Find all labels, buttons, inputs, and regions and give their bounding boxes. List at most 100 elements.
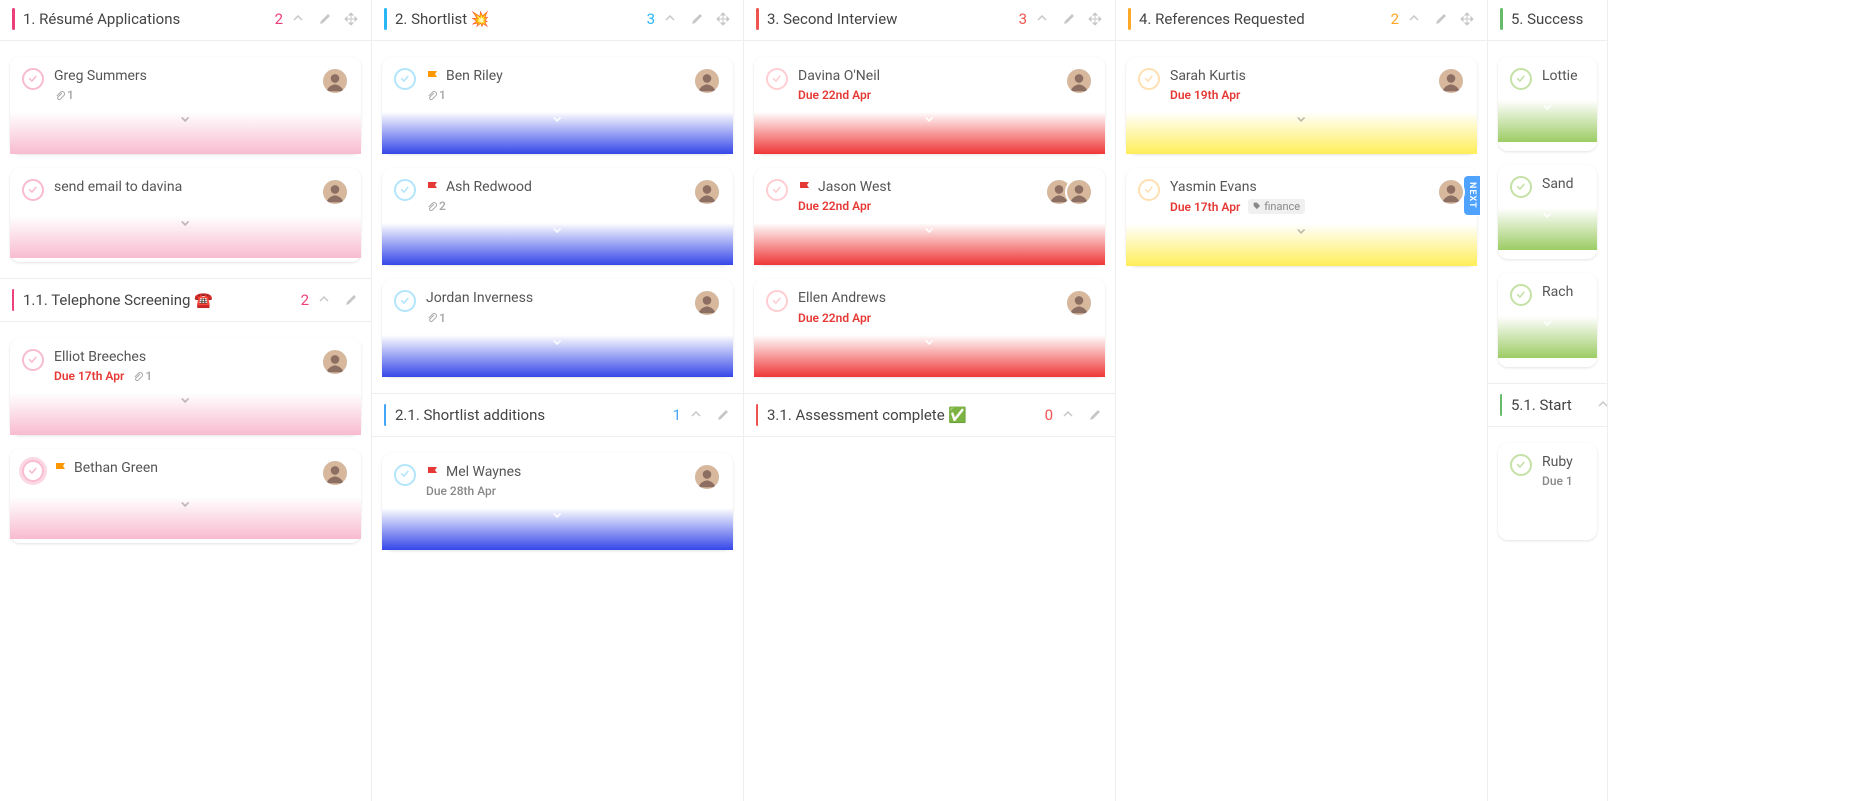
expand-icon[interactable] xyxy=(1296,114,1308,130)
expand-icon[interactable] xyxy=(180,218,192,234)
avatar[interactable] xyxy=(693,289,721,317)
card[interactable]: Greg Summers 1 xyxy=(10,57,361,154)
move-icon[interactable] xyxy=(1459,11,1475,27)
move-icon[interactable] xyxy=(343,11,359,27)
complete-toggle[interactable] xyxy=(394,179,416,201)
complete-toggle[interactable] xyxy=(394,290,416,312)
due-date: Due 28th Apr xyxy=(426,484,496,498)
avatar[interactable] xyxy=(321,459,349,487)
complete-toggle[interactable] xyxy=(766,290,788,312)
collapse-icon[interactable] xyxy=(1061,407,1077,423)
avatar[interactable] xyxy=(321,348,349,376)
assignees[interactable] xyxy=(1073,289,1093,317)
card-gradient xyxy=(754,112,1105,154)
card[interactable]: Sarah Kurtis Due 19th Apr xyxy=(1126,57,1477,154)
edit-icon[interactable] xyxy=(343,292,359,308)
complete-toggle[interactable] xyxy=(1510,176,1532,198)
card[interactable]: NEXT Yasmin Evans Due 17th Aprfinance xyxy=(1126,168,1477,266)
avatar[interactable] xyxy=(1065,67,1093,95)
complete-toggle[interactable] xyxy=(1510,454,1532,476)
assignees[interactable] xyxy=(701,67,721,95)
expand-icon[interactable] xyxy=(1296,226,1308,242)
expand-icon[interactable] xyxy=(552,114,564,130)
avatar[interactable] xyxy=(321,67,349,95)
assignees[interactable] xyxy=(701,463,721,491)
assignees[interactable] xyxy=(701,289,721,317)
edit-icon[interactable] xyxy=(1433,11,1449,27)
card[interactable]: Ash Redwood 2 xyxy=(382,168,733,265)
avatar[interactable] xyxy=(1437,67,1465,95)
assignees[interactable] xyxy=(701,178,721,206)
complete-toggle[interactable] xyxy=(22,179,44,201)
complete-toggle[interactable] xyxy=(394,68,416,90)
card-gradient xyxy=(382,112,733,154)
collapse-icon[interactable] xyxy=(1607,11,1608,27)
complete-toggle[interactable] xyxy=(1138,179,1160,201)
assignees[interactable] xyxy=(329,459,349,487)
complete-toggle[interactable] xyxy=(766,179,788,201)
edit-icon[interactable] xyxy=(715,407,731,423)
expand-icon[interactable] xyxy=(180,499,192,515)
complete-toggle[interactable] xyxy=(1138,68,1160,90)
expand-icon[interactable] xyxy=(1542,500,1554,516)
complete-toggle[interactable] xyxy=(22,349,44,371)
expand-icon[interactable] xyxy=(924,225,936,241)
move-icon[interactable] xyxy=(715,11,731,27)
collapse-icon[interactable] xyxy=(1407,11,1423,27)
card[interactable]: send email to davina xyxy=(10,168,361,262)
expand-icon[interactable] xyxy=(552,337,564,353)
card[interactable]: Sand xyxy=(1498,165,1597,259)
card[interactable]: Ruby Due 1 xyxy=(1498,443,1597,540)
assignees[interactable] xyxy=(1445,178,1465,206)
card[interactable]: Elliot Breeches Due 17th Apr1 xyxy=(10,338,361,435)
edit-icon[interactable] xyxy=(317,11,333,27)
collapse-icon[interactable] xyxy=(1596,397,1608,413)
edit-icon[interactable] xyxy=(689,11,705,27)
complete-toggle[interactable] xyxy=(1510,284,1532,306)
expand-icon[interactable] xyxy=(180,114,192,130)
card[interactable]: Jason West Due 22nd Apr xyxy=(754,168,1105,265)
edit-icon[interactable] xyxy=(1087,407,1103,423)
collapse-icon[interactable] xyxy=(689,407,705,423)
assignees[interactable] xyxy=(329,67,349,95)
collapse-icon[interactable] xyxy=(1035,11,1051,27)
complete-toggle[interactable] xyxy=(22,68,44,90)
card[interactable]: Ben Riley 1 xyxy=(382,57,733,154)
collapse-icon[interactable] xyxy=(663,11,679,27)
assignees[interactable] xyxy=(329,348,349,376)
expand-icon[interactable] xyxy=(924,337,936,353)
complete-toggle[interactable] xyxy=(766,68,788,90)
card[interactable]: Jordan Inverness 1 xyxy=(382,279,733,376)
avatar[interactable] xyxy=(1065,178,1093,206)
avatar[interactable] xyxy=(693,463,721,491)
avatar[interactable] xyxy=(693,178,721,206)
avatar[interactable] xyxy=(1437,178,1465,206)
card[interactable]: Rach xyxy=(1498,273,1597,367)
avatar[interactable] xyxy=(321,178,349,206)
card[interactable]: Davina O'Neil Due 22nd Apr xyxy=(754,57,1105,154)
assignees[interactable] xyxy=(1445,67,1465,95)
card[interactable]: Mel Waynes Due 28th Apr xyxy=(382,453,733,550)
complete-toggle[interactable] xyxy=(22,460,44,482)
expand-icon[interactable] xyxy=(180,395,192,411)
avatar[interactable] xyxy=(693,67,721,95)
card[interactable]: Bethan Green xyxy=(10,449,361,543)
expand-icon[interactable] xyxy=(1542,210,1554,226)
card[interactable]: Ellen Andrews Due 22nd Apr xyxy=(754,279,1105,376)
card[interactable]: Lottie xyxy=(1498,57,1597,151)
avatar[interactable] xyxy=(1065,289,1093,317)
assignees[interactable] xyxy=(1053,178,1093,206)
assignees[interactable] xyxy=(329,178,349,206)
edit-icon[interactable] xyxy=(1061,11,1077,27)
expand-icon[interactable] xyxy=(552,225,564,241)
collapse-icon[interactable] xyxy=(317,292,333,308)
move-icon[interactable] xyxy=(1087,11,1103,27)
expand-icon[interactable] xyxy=(1542,318,1554,334)
expand-icon[interactable] xyxy=(552,510,564,526)
collapse-icon[interactable] xyxy=(291,11,307,27)
complete-toggle[interactable] xyxy=(1510,68,1532,90)
expand-icon[interactable] xyxy=(1542,102,1554,118)
assignees[interactable] xyxy=(1073,67,1093,95)
complete-toggle[interactable] xyxy=(394,464,416,486)
expand-icon[interactable] xyxy=(924,114,936,130)
